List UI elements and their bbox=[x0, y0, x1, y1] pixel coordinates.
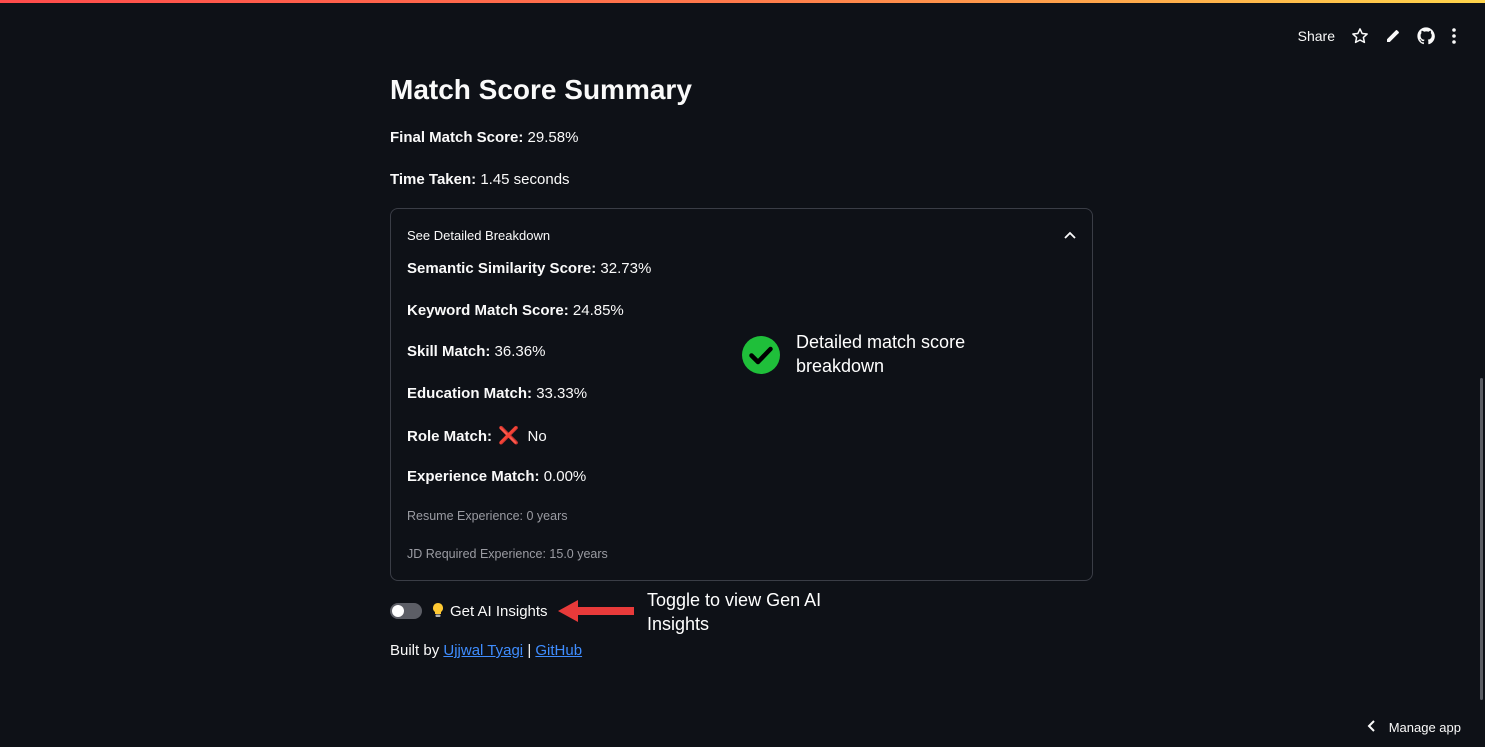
skill-match-value: 36.36% bbox=[494, 343, 546, 360]
share-button[interactable]: Share bbox=[1298, 24, 1335, 48]
time-taken-label: Time Taken: bbox=[390, 171, 477, 188]
keyword-score-label: Keyword Match Score: bbox=[407, 302, 569, 319]
manage-app-button[interactable]: Manage app bbox=[1367, 720, 1461, 735]
role-match-value: No bbox=[527, 428, 547, 445]
page-title: Match Score Summary bbox=[390, 74, 692, 105]
keyword-score-line: Keyword Match Score: 24.85% bbox=[407, 302, 624, 319]
toggle-knob bbox=[392, 605, 404, 617]
semantic-score-line: Semantic Similarity Score: 32.73% bbox=[407, 260, 651, 277]
final-score-label: Final Match Score: bbox=[390, 129, 524, 146]
footer-separator: | bbox=[527, 642, 532, 659]
role-match-line: Role Match: ❌ No bbox=[407, 426, 547, 446]
expander-header[interactable]: See Detailed Breakdown bbox=[407, 225, 1076, 245]
detailed-breakdown-expander: See Detailed Breakdown Semantic Similari… bbox=[390, 208, 1093, 581]
chevron-left-icon bbox=[1367, 720, 1375, 735]
ai-insights-label[interactable]: Get AI Insights bbox=[450, 603, 548, 620]
semantic-score-value: 32.73% bbox=[600, 260, 652, 277]
expander-title: See Detailed Breakdown bbox=[407, 227, 551, 243]
skill-match-line: Skill Match: 36.36% bbox=[407, 343, 545, 360]
final-score-value: 29.58% bbox=[527, 129, 579, 146]
experience-match-value: 0.00% bbox=[543, 468, 587, 485]
chevron-up-icon[interactable] bbox=[1064, 226, 1076, 244]
experience-match-line: Experience Match: 0.00% bbox=[407, 468, 586, 485]
resume-experience-caption: Resume Experience: 0 years bbox=[407, 509, 568, 523]
role-match-label: Role Match: bbox=[407, 428, 493, 445]
education-match-value: 33.33% bbox=[536, 385, 588, 402]
experience-match-label: Experience Match: bbox=[407, 468, 540, 485]
semantic-score-label: Semantic Similarity Score: bbox=[407, 260, 597, 277]
breakdown-annotation-text: Detailed match score breakdown bbox=[796, 332, 966, 376]
jd-experience-caption: JD Required Experience: 15.0 years bbox=[407, 547, 608, 561]
built-by-footer: Built by Ujjwal Tyagi | GitHub bbox=[390, 642, 582, 659]
app-toolbar: Share bbox=[1298, 24, 1457, 48]
scrollbar[interactable] bbox=[1480, 378, 1483, 700]
breakdown-annotation: Detailed match score breakdown bbox=[742, 330, 1062, 380]
github-icon[interactable] bbox=[1417, 24, 1435, 48]
time-taken-value: 1.45 seconds bbox=[480, 171, 570, 188]
cross-icon: ❌ bbox=[498, 426, 520, 445]
check-circle-icon bbox=[742, 336, 780, 379]
time-taken-line: Time Taken: 1.45 seconds bbox=[390, 171, 570, 188]
skill-match-label: Skill Match: bbox=[407, 343, 491, 360]
pencil-icon[interactable] bbox=[1385, 24, 1401, 48]
keyword-score-value: 24.85% bbox=[572, 302, 624, 319]
education-match-line: Education Match: 33.33% bbox=[407, 385, 587, 402]
toggle-annotation-text: Toggle to view Gen AI Insights bbox=[647, 590, 822, 634]
more-vertical-icon[interactable] bbox=[1451, 24, 1457, 48]
education-match-label: Education Match: bbox=[407, 385, 533, 402]
ai-insights-toggle-row: Get AI Insights bbox=[390, 600, 548, 622]
manage-app-label: Manage app bbox=[1388, 720, 1461, 735]
built-by-text: Built by bbox=[390, 642, 440, 659]
final-score-line: Final Match Score: 29.58% bbox=[390, 129, 578, 146]
red-arrow-icon bbox=[558, 600, 636, 627]
top-decoration-bar bbox=[0, 0, 1485, 3]
author-link[interactable]: Ujjwal Tyagi bbox=[443, 642, 523, 659]
github-link[interactable]: GitHub bbox=[535, 642, 582, 659]
star-icon[interactable] bbox=[1351, 24, 1369, 48]
ai-insights-toggle[interactable] bbox=[390, 603, 422, 619]
lightbulb-icon bbox=[432, 602, 444, 621]
